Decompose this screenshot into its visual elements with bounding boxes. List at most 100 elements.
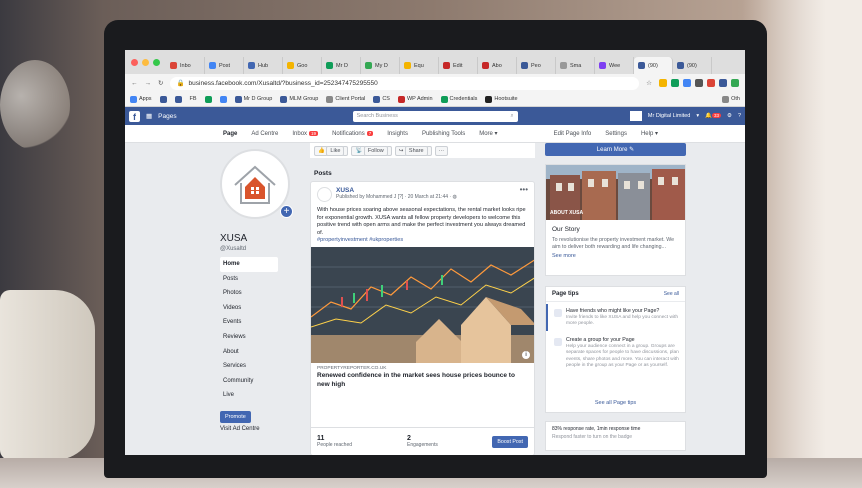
- see-more-link[interactable]: See more: [546, 253, 685, 259]
- follow-button[interactable]: 📡 Follow: [351, 145, 392, 156]
- add-photo-icon[interactable]: +: [280, 205, 293, 218]
- tab-more[interactable]: More ▾: [479, 130, 497, 137]
- promote-button[interactable]: Promote: [220, 411, 251, 423]
- browser-tab[interactable]: Hub: [244, 57, 283, 74]
- left-nav-reviews[interactable]: Reviews: [220, 330, 278, 345]
- extension-icon[interactable]: [671, 79, 679, 87]
- tip-create-group[interactable]: Create a group for your Page Help your a…: [546, 333, 685, 373]
- facebook-logo-icon[interactable]: f: [129, 110, 140, 122]
- facebook-icon[interactable]: [159, 95, 167, 103]
- left-nav-videos[interactable]: Videos: [220, 301, 278, 316]
- bookmark-fb[interactable]: FB: [190, 96, 197, 102]
- browser-tab[interactable]: Peo: [517, 57, 556, 74]
- boost-post-button[interactable]: Boost Post: [492, 435, 528, 448]
- extension-icon[interactable]: [659, 79, 667, 87]
- bookmark-client-portal[interactable]: Client Portal: [326, 95, 365, 103]
- url-field[interactable]: 🔒 business.facebook.com/Xusaltd/?busines…: [170, 76, 640, 90]
- browser-tab[interactable]: Goo: [283, 57, 322, 74]
- browser-tab[interactable]: Post: [205, 57, 244, 74]
- bookmark-hootsuite[interactable]: Hootsuite: [485, 95, 518, 103]
- browser-tab[interactable]: Inbo: [166, 57, 205, 74]
- tab-inbox[interactable]: Inbox 19: [292, 130, 319, 137]
- wordpress-icon: [397, 95, 405, 103]
- browser-tab[interactable]: Sma: [556, 57, 595, 74]
- extension-icon[interactable]: [719, 79, 727, 87]
- bookmark-icon[interactable]: [219, 95, 227, 103]
- post-hashtags[interactable]: #propertyinvestment #ukproperties: [311, 237, 534, 243]
- tab-settings[interactable]: Settings: [605, 131, 627, 137]
- facebook-icon[interactable]: [174, 95, 182, 103]
- minimize-window-icon[interactable]: [142, 59, 149, 66]
- bell-icon[interactable]: 🔔 33: [705, 113, 721, 119]
- apps-icon: [130, 95, 137, 103]
- left-nav-services[interactable]: Services: [220, 359, 278, 374]
- reload-icon[interactable]: ↻: [158, 79, 163, 87]
- see-all-page-tips-link[interactable]: See all Page tips: [546, 400, 685, 406]
- left-nav-posts[interactable]: Posts: [220, 272, 278, 287]
- like-button[interactable]: 👍 Like: [314, 145, 349, 156]
- page-handle[interactable]: @Xusaltd: [220, 246, 246, 252]
- visit-ad-centre-link[interactable]: Visit Ad Centre: [220, 426, 260, 432]
- pages-link[interactable]: Pages: [158, 113, 176, 120]
- search-icon[interactable]: ⌕: [511, 113, 514, 120]
- left-nav-events[interactable]: Events: [220, 315, 278, 330]
- bookmark-mlm-group[interactable]: MLM Group: [280, 95, 318, 103]
- post-author[interactable]: XUSA: [336, 187, 457, 194]
- tab-publishing-tools[interactable]: Publishing Tools: [422, 131, 465, 137]
- tab-ad-centre[interactable]: Ad Centre: [251, 131, 278, 137]
- star-icon[interactable]: ☆: [646, 79, 652, 87]
- business-search-input[interactable]: Search Business ⌕: [352, 110, 518, 122]
- tab-help[interactable]: Help ▾: [641, 130, 658, 137]
- maximize-window-icon[interactable]: [153, 59, 160, 66]
- left-nav-photos[interactable]: Photos: [220, 286, 278, 301]
- left-nav-live[interactable]: Live: [220, 388, 278, 403]
- tip-invite-friends[interactable]: Have friends who might like your Page? I…: [546, 304, 685, 332]
- about-card: ABOUT XUSA Our Story To revolutionise th…: [545, 164, 686, 276]
- bookmark-other[interactable]: Oth: [722, 95, 740, 103]
- account-avatar[interactable]: [629, 111, 642, 121]
- browser-tab[interactable]: Equ: [400, 57, 439, 74]
- browser-tab[interactable]: Edit: [439, 57, 478, 74]
- post-options-icon[interactable]: •••: [520, 185, 528, 194]
- post-link-image[interactable]: i: [311, 247, 534, 364]
- browser-tab[interactable]: Wee: [595, 57, 634, 74]
- bookmark-apps[interactable]: Apps: [130, 95, 152, 103]
- chevron-down-icon[interactable]: ▾: [696, 113, 699, 119]
- bookmark-mr-d-group[interactable]: Mr D Group: [234, 95, 272, 103]
- browser-tab[interactable]: Mr D: [322, 57, 361, 74]
- extension-icon[interactable]: [683, 79, 691, 87]
- link-title[interactable]: Renewed confidence in the market sees ho…: [311, 371, 534, 390]
- tab-notifications[interactable]: Notifications 7: [332, 130, 374, 137]
- gear-icon[interactable]: ⚙: [727, 113, 732, 119]
- browser-tab[interactable]: My D: [361, 57, 400, 74]
- share-button[interactable]: ↪ Share: [394, 145, 432, 156]
- account-name[interactable]: Mr Digital Limited: [648, 113, 690, 119]
- drive-icon[interactable]: [204, 95, 212, 103]
- forward-icon[interactable]: →: [145, 80, 152, 87]
- left-nav-community[interactable]: Community: [220, 374, 278, 389]
- tab-page[interactable]: Page: [223, 131, 237, 137]
- bookmark-wp-admin[interactable]: WP Admin: [397, 95, 433, 103]
- grid-icon[interactable]: ▦: [146, 112, 152, 120]
- tab-edit-page-info[interactable]: Edit Page Info: [554, 131, 592, 137]
- bookmark-credentials[interactable]: Credentials: [440, 95, 477, 103]
- left-nav-home[interactable]: Home: [220, 257, 278, 272]
- browser-tab[interactable]: (90): [673, 57, 712, 74]
- notifications-count-badge: 7: [366, 130, 374, 136]
- extension-icon[interactable]: [707, 79, 715, 87]
- browser-tab[interactable]: Abo: [478, 57, 517, 74]
- tab-insights[interactable]: Insights: [387, 131, 408, 137]
- browser-tab[interactable]: (90): [634, 57, 673, 74]
- more-actions-button[interactable]: ···: [434, 145, 449, 156]
- close-window-icon[interactable]: [131, 59, 138, 66]
- extension-icon[interactable]: [731, 79, 739, 87]
- about-cover-image[interactable]: ABOUT XUSA: [546, 165, 685, 220]
- extension-icon[interactable]: [695, 79, 703, 87]
- learn-more-button[interactable]: Learn More ✎: [545, 143, 686, 156]
- see-all-link[interactable]: See all: [664, 291, 679, 297]
- back-icon[interactable]: ←: [131, 80, 138, 87]
- post-avatar[interactable]: [317, 187, 332, 202]
- left-nav-about[interactable]: About: [220, 345, 278, 360]
- help-icon[interactable]: ?: [738, 113, 741, 119]
- bookmark-cs[interactable]: CS: [373, 95, 390, 103]
